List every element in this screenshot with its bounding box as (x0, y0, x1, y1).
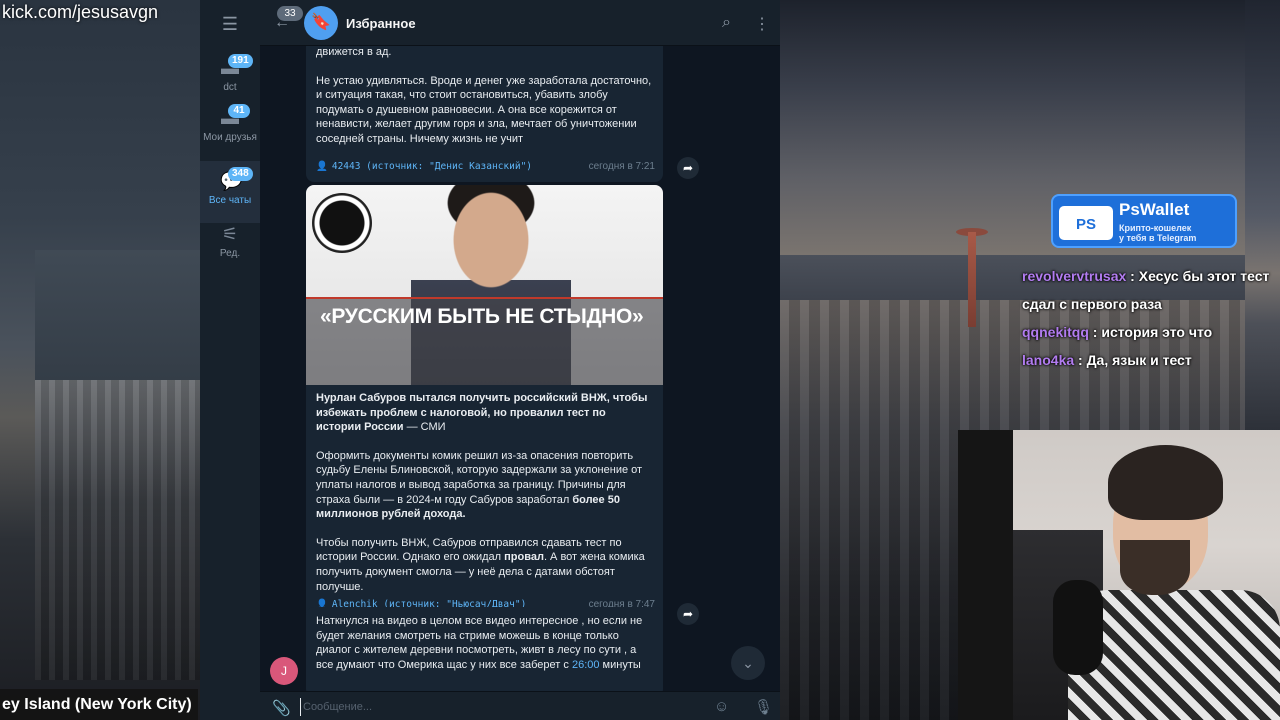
message-bubble[interactable]: Наткнулся на видео в целом все видео инт… (306, 607, 663, 691)
message-bubble[interactable]: «РУССКИМ БЫТЬ НЕ СТЫДНО» Нурлан Сабуров … (306, 185, 663, 630)
chat-message: revolvervtrusax : Хесус бы этот тест сда… (1022, 262, 1278, 318)
image-headline: «РУССКИМ БЫТЬ НЕ СТЫДНО» (320, 305, 644, 328)
unread-badge: 41 (228, 104, 250, 118)
message-body-end: минуты (599, 658, 641, 671)
avatar[interactable]: J (270, 657, 298, 685)
folder-edit[interactable]: ⚟ Ред. (200, 214, 260, 276)
title-suffix: — СМИ (403, 421, 446, 434)
webcam-feed (958, 430, 1280, 720)
folder-label: Ред. (219, 248, 241, 259)
streamer-hair (1108, 445, 1223, 520)
streamer-beard (1120, 540, 1190, 595)
message-meta: 👤 42443 (источник: "Денис Казанский") сег… (306, 156, 663, 178)
forward-author[interactable]: 42443 (источник: "Денис Казанский") (332, 161, 532, 172)
chat-text: : история это что (1088, 324, 1213, 340)
attach-icon[interactable]: 📎 (272, 699, 291, 717)
message-time: сегодня в 7:21 (588, 160, 655, 172)
unread-badge: 191 (228, 54, 253, 68)
message-composer: 📎 ☺ 🎙 (260, 691, 780, 720)
title-bold: Нурлан Сабуров пытался получить российск… (316, 392, 648, 434)
forward-icon[interactable]: ➦ (677, 157, 699, 179)
dark-doorway (958, 430, 1013, 720)
sponsor-banner: PS PsWallet Крипто-кошелек у тебя в Tele… (1051, 194, 1237, 248)
chat-header: ← 33 🔖 Избранное ⌕ ⋮ (260, 0, 780, 46)
more-options-icon[interactable]: ⋮ (754, 14, 770, 34)
city-area (35, 380, 200, 680)
message-paragraph-1: Оформить документы комик решил из-за опа… (306, 435, 663, 522)
folder-label: Мои друзья (203, 132, 257, 143)
message-list[interactable]: движется в ад. Не устаю удивляться. Врод… (260, 46, 780, 691)
message-text-top: движется в ад. (316, 46, 392, 58)
unread-badge: 348 (228, 167, 253, 181)
scroll-down-icon[interactable]: ⌄ (731, 646, 765, 680)
folder-sidebar: ☰ ▬ 191 dct ▬ 41 Мои друзья 💬 348 Все ча… (200, 0, 260, 720)
microphone-icon[interactable]: 🎙 (754, 698, 773, 716)
hamburger-menu-icon[interactable]: ☰ (218, 14, 242, 34)
user-icon: 👤 (316, 160, 328, 172)
pswallet-logo: PS (1059, 206, 1113, 240)
folder-label: dct (223, 82, 237, 93)
search-icon[interactable]: ⌕ (722, 14, 731, 32)
stream-background-left (0, 0, 200, 720)
message-paragraph-2: Чтобы получить ВНЖ, Сабуров отправился с… (306, 522, 663, 594)
stream-chat: revolvervtrusax : Хесус бы этот тест сда… (1022, 262, 1278, 374)
chat-message: qqnekitqq : история это что (1022, 318, 1278, 346)
message-title: Нурлан Сабуров пытался получить российск… (306, 385, 663, 435)
news-image[interactable]: «РУССКИМ БЫТЬ НЕ СТЫДНО» (306, 185, 663, 385)
sponsor-subtitle: Крипто-кошелек у тебя в Telegram (1119, 223, 1196, 243)
chat-message: lano4ka : Да, язык и тест (1022, 346, 1278, 374)
chat-nick: revolvervtrusax (1022, 268, 1127, 284)
sponsor-subtitle-line1: Крипто-кошелек (1119, 223, 1192, 233)
sliders-icon: ⚟ (221, 224, 239, 244)
folder-label: Все чаты (208, 195, 252, 206)
channel-url: kick.com/jesusavgn (2, 2, 159, 22)
location-label: ey Island (New York City) (0, 689, 198, 720)
chat-nick: lano4ka (1022, 352, 1075, 368)
p2-bold: провал (504, 551, 544, 564)
bookmark-icon[interactable]: 🔖 (304, 6, 338, 40)
message-bubble[interactable]: движется в ад. Не устаю удивляться. Врод… (306, 46, 663, 182)
message-input[interactable] (300, 698, 700, 716)
microphone (1053, 580, 1103, 675)
back-unread-badge: 33 (277, 6, 303, 21)
message-text: Наткнулся на видео в целом все видео инт… (306, 607, 663, 672)
timestamp-link[interactable]: 26:00 (572, 659, 600, 671)
folder-my-friends[interactable]: ▬ 41 Мои друзья (200, 98, 260, 160)
message-text: Не устаю удивляться. Вроде и денег уже з… (316, 74, 652, 145)
sea-area (35, 250, 200, 380)
chat-title[interactable]: Избранное (346, 16, 416, 31)
forward-icon[interactable]: ➦ (677, 603, 699, 625)
telegram-window: ☰ ▬ 191 dct ▬ 41 Мои друзья 💬 348 Все ча… (200, 0, 780, 720)
media-logo (312, 193, 372, 253)
parachute-tower (968, 232, 976, 327)
chat-nick: qqnekitqq (1022, 324, 1089, 340)
sponsor-title: PsWallet (1119, 200, 1190, 219)
sponsor-subtitle-line2: у тебя в Telegram (1119, 233, 1197, 243)
emoji-icon[interactable]: ☺ (714, 698, 729, 715)
chat-text: : Да, язык и тест (1074, 352, 1192, 368)
